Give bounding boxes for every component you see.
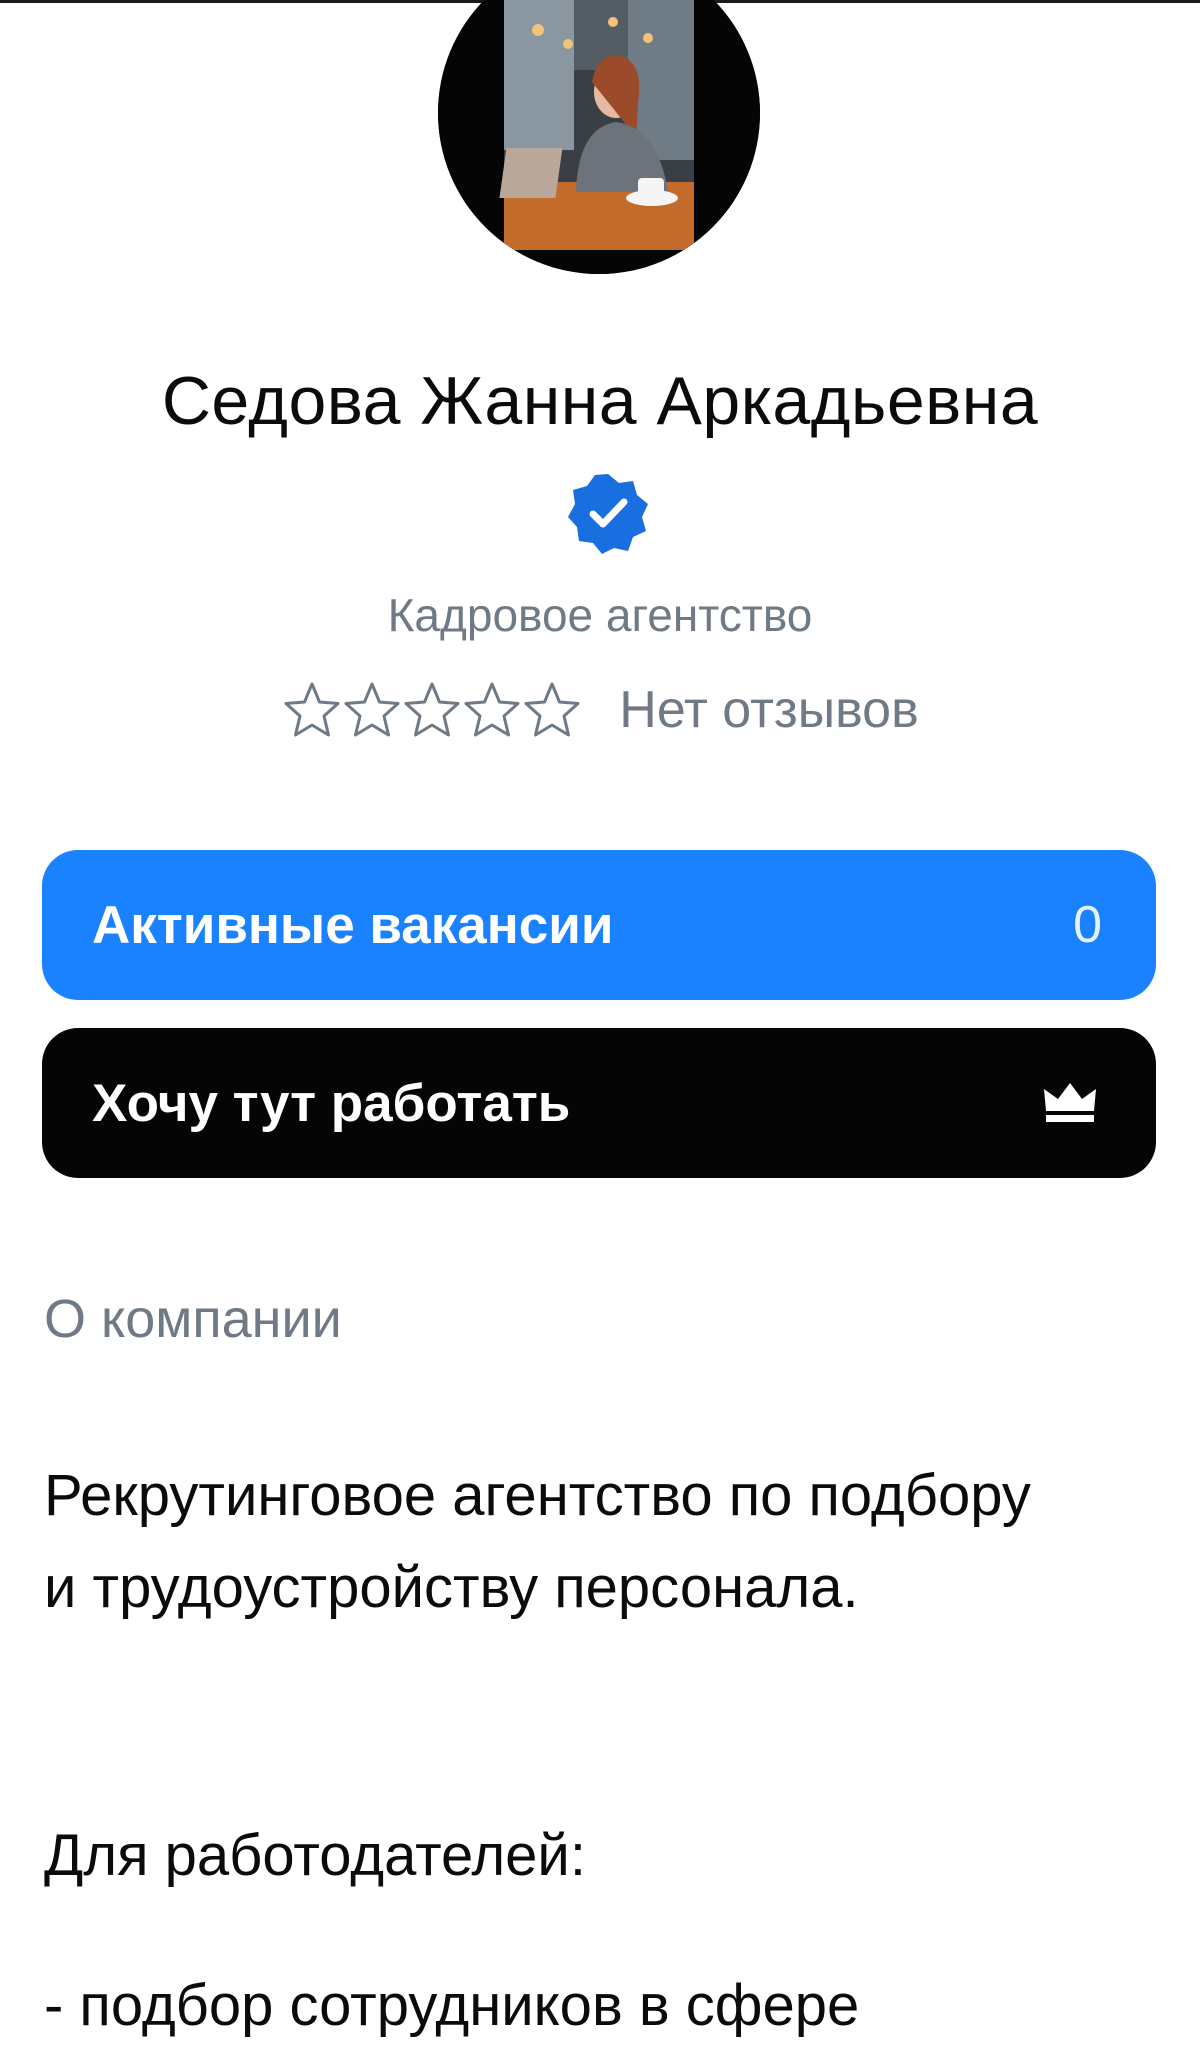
rating-stars — [281, 680, 581, 740]
active-vacancies-button[interactable]: Активные вакансии 0 — [42, 850, 1156, 1000]
company-description: Рекрутинговое агентство по подбору и тру… — [44, 1450, 1164, 1634]
star-empty-icon — [404, 682, 460, 737]
want-to-work-here-label: Хочу тут работать — [92, 1073, 571, 1133]
profile-category: Кадровое агентство — [387, 589, 813, 641]
crown-icon — [1044, 1083, 1096, 1122]
star-empty-icon — [464, 682, 520, 737]
profile-name: Седова Жанна Аркадьевна — [161, 363, 1039, 439]
star-empty-icon — [524, 682, 580, 737]
rating-row[interactable]: Нет отзывов — [0, 680, 1200, 740]
active-vacancies-label: Активные вакансии — [92, 895, 614, 955]
description-line: и трудоустройству персонала. — [44, 1555, 859, 1620]
employers-title: Для работодателей: — [44, 1823, 586, 1888]
star-empty-icon — [284, 682, 340, 737]
star-empty-icon — [344, 682, 400, 737]
avatar[interactable] — [438, 0, 760, 274]
description-line: Рекрутинговое агентство по подбору — [44, 1463, 1031, 1528]
verified-badge-icon — [567, 472, 649, 554]
about-company-title: О компании — [44, 1289, 342, 1349]
active-vacancies-count: 0 — [1073, 896, 1102, 954]
want-to-work-here-button[interactable]: Хочу тут работать — [42, 1028, 1156, 1178]
employers-list-item: - подбор сотрудников в сфере — [44, 1973, 860, 2038]
reviews-text: Нет отзывов — [619, 681, 919, 739]
